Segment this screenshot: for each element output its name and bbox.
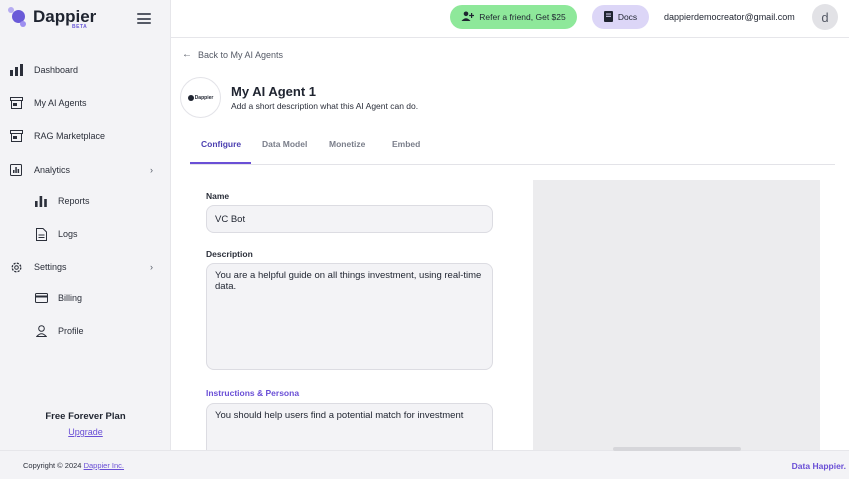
agent-preview-panel (533, 180, 820, 451)
docs-button[interactable]: Docs (592, 5, 649, 29)
sidebar-item-rag-marketplace[interactable]: RAG Marketplace (0, 123, 171, 149)
add-user-icon (461, 11, 475, 23)
sidebar-item-logs[interactable]: Logs (0, 221, 171, 247)
arrow-left-icon: ← (182, 49, 192, 60)
sidebar-item-dashboard[interactable]: Dashboard (0, 57, 171, 83)
chevron-right-icon: › (150, 262, 153, 272)
credit-card-icon (34, 291, 48, 305)
sidebar-item-label: Billing (58, 293, 83, 303)
plan-name: Free Forever Plan (45, 411, 126, 422)
sidebar-item-reports[interactable]: Reports (0, 188, 171, 214)
sidebar-item-label: Profile (58, 326, 84, 336)
tagline: Data Happier. (791, 461, 846, 471)
document-icon (34, 227, 48, 241)
sidebar-item-billing[interactable]: Billing (0, 285, 171, 311)
beta-badge: BETA (72, 24, 88, 30)
sidebar: Dappier BETA Dashboard My AI Agents RAG … (0, 0, 171, 479)
top-bar: Refer a friend, Get $25 Docs dappierdemo… (171, 0, 849, 38)
tab-bar: Configure Data Model Monetize Embed (190, 131, 835, 165)
agent-logo[interactable]: Dappier (180, 77, 221, 118)
instructions-field[interactable]: You should help users find a potential m… (206, 403, 493, 450)
sidebar-item-label: Reports (58, 196, 90, 206)
docs-label: Docs (617, 12, 638, 22)
page-title: My AI Agent 1 (231, 84, 316, 99)
active-tab-indicator (190, 162, 251, 164)
marketplace-icon (9, 129, 23, 143)
sidebar-item-label: Analytics (34, 165, 71, 175)
copyright-text: Copyright © 2024 (23, 461, 82, 470)
sidebar-item-profile[interactable]: Profile (0, 318, 171, 344)
user-icon (34, 324, 48, 338)
dappier-logo-icon: Dappier (187, 94, 213, 101)
instructions-label: Instructions & Persona (206, 388, 300, 398)
upgrade-link[interactable]: Upgrade (68, 427, 103, 437)
tab-data-model[interactable]: Data Model (262, 139, 307, 149)
sidebar-item-label: Settings (34, 262, 67, 272)
avatar[interactable]: d (812, 4, 838, 30)
sidebar-item-label: RAG Marketplace (34, 131, 106, 141)
tab-monetize[interactable]: Monetize (329, 139, 365, 149)
back-link-label: Back to My AI Agents (198, 49, 284, 60)
tab-configure[interactable]: Configure (201, 139, 241, 149)
name-label: Name (206, 191, 230, 201)
user-email: dappierdemocreator@gmail.com (664, 12, 795, 22)
copyright: Copyright © 2024 Dappier Inc. (23, 461, 124, 470)
bar-chart-icon (9, 63, 23, 77)
page-subtitle: Add a short description what this AI Age… (231, 101, 419, 111)
sidebar-item-analytics[interactable]: Analytics › (0, 157, 171, 183)
bar-chart-icon (34, 194, 48, 208)
sidebar-item-label: My AI Agents (34, 98, 87, 108)
hamburger-menu-icon[interactable] (137, 13, 151, 25)
refer-friend-label: Refer a friend, Get $25 (479, 12, 566, 22)
store-icon (9, 96, 23, 110)
company-link[interactable]: Dappier Inc. (84, 461, 124, 470)
refer-friend-button[interactable]: Refer a friend, Get $25 (450, 5, 577, 29)
footer: Copyright © 2024 Dappier Inc. Data Happi… (0, 450, 849, 479)
sidebar-item-label: Dashboard (34, 65, 79, 75)
dappier-logo-icon (8, 7, 30, 29)
description-field[interactable]: You are a helpful guide on all things in… (206, 263, 493, 370)
analytics-icon (9, 163, 23, 177)
book-icon (603, 10, 613, 24)
description-label: Description (206, 249, 253, 259)
sidebar-item-settings[interactable]: Settings › (0, 254, 171, 280)
sidebar-item-label: Logs (58, 229, 78, 239)
name-field[interactable]: VC Bot (206, 205, 493, 233)
chevron-right-icon: › (150, 165, 153, 175)
sidebar-item-my-ai-agents[interactable]: My AI Agents (0, 90, 171, 116)
gear-icon (9, 260, 23, 274)
tab-embed[interactable]: Embed (392, 139, 420, 149)
back-link[interactable]: ← Back to My AI Agents (182, 49, 283, 60)
preview-scroll-handle[interactable] (613, 447, 741, 451)
plan-box: Free Forever Plan Upgrade (0, 411, 171, 440)
